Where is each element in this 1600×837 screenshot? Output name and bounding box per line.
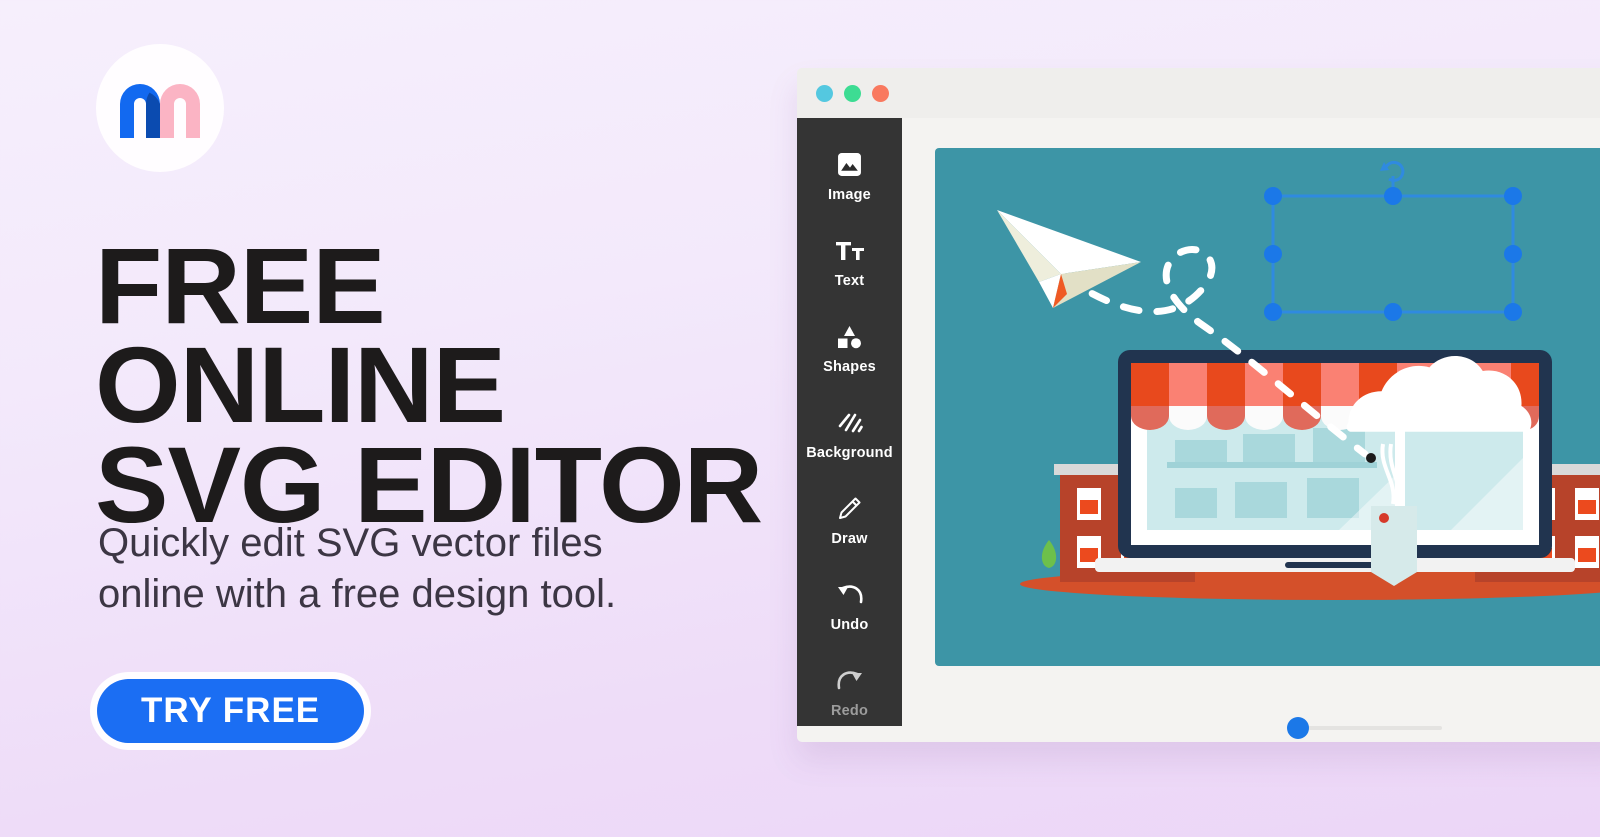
sidebar-item-label: Background <box>806 444 893 461</box>
sidebar-item-label: Draw <box>831 530 868 547</box>
window-dot-red[interactable] <box>872 84 889 102</box>
design-canvas[interactable] <box>935 148 1600 666</box>
promo-panel: FREE ONLINE SVG EDITOR Quickly edit SVG … <box>0 0 800 837</box>
window-dot-cyan[interactable] <box>816 84 833 102</box>
image-icon <box>837 152 862 178</box>
logo-badge <box>96 44 224 172</box>
page-subtitle: Quickly edit SVG vector files online wit… <box>98 521 617 617</box>
sidebar-item-draw[interactable]: Draw <box>797 478 902 564</box>
m-arch-logo-icon <box>116 76 204 140</box>
window-titlebar <box>797 68 1600 118</box>
sidebar-item-shapes[interactable]: Shapes <box>797 306 902 392</box>
canvas-area <box>902 118 1600 742</box>
cursor-dot <box>1366 453 1376 463</box>
cloud-selection-box <box>1264 160 1522 321</box>
sidebar-item-undo[interactable]: Undo <box>797 564 902 650</box>
cta-ring: TRY FREE <box>90 672 372 750</box>
sidebar-item-label: Image <box>828 186 871 203</box>
pencil-icon <box>837 496 862 522</box>
shapes-icon <box>836 324 863 350</box>
background-icon <box>837 410 863 436</box>
tool-sidebar: Image Text Shapes Background Draw Undo R… <box>797 118 902 726</box>
try-free-button[interactable]: TRY FREE <box>97 679 365 743</box>
text-icon <box>835 238 865 264</box>
sidebar-item-label: Redo <box>830 702 869 719</box>
redo-arrow-icon <box>836 668 864 694</box>
zoom-slider-track[interactable] <box>1287 717 1442 739</box>
sidebar-item-background[interactable]: Background <box>797 392 902 478</box>
app-window: Image Text Shapes Background Draw Undo R… <box>797 68 1600 742</box>
sidebar-item-text[interactable]: Text <box>797 220 902 306</box>
sidebar-item-label: Shapes <box>823 358 876 375</box>
paper-plane <box>997 210 1141 308</box>
sidebar-item-redo[interactable]: Redo <box>797 650 902 736</box>
sidebar-item-label: Undo <box>830 616 869 633</box>
undo-arrow-icon <box>836 582 864 608</box>
zoom-slider-thumb[interactable] <box>1287 717 1309 739</box>
sidebar-item-image[interactable]: Image <box>797 134 902 220</box>
window-dot-green[interactable] <box>844 84 861 102</box>
leaf <box>1041 540 1057 568</box>
page-title: FREE ONLINE SVG EDITOR <box>95 225 763 545</box>
sidebar-item-label: Text <box>834 272 865 289</box>
window-body: Image Text Shapes Background Draw Undo R… <box>797 118 1600 742</box>
